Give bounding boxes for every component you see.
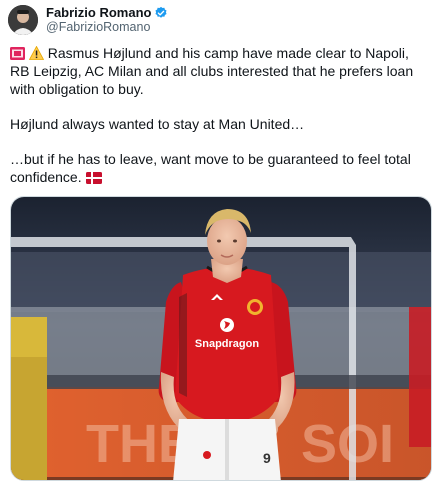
tweet-photo[interactable]: THE SOI Snapdragon 9 bbox=[10, 196, 432, 481]
tweet-paragraph-1: Rasmus Højlund and his camp have made cl… bbox=[10, 44, 425, 98]
tweet-paragraph-2: Højlund always wanted to stay at Man Uni… bbox=[10, 116, 305, 132]
svg-text:9: 9 bbox=[263, 450, 271, 466]
author-avatar[interactable] bbox=[8, 5, 38, 35]
tweet-paragraph-1-text: Rasmus Højlund and his camp have made cl… bbox=[10, 45, 414, 97]
author-display-name[interactable]: Fabrizio Romano bbox=[46, 5, 151, 20]
tweet-text: Rasmus Højlund and his camp have made cl… bbox=[10, 44, 425, 203]
warning-icon bbox=[28, 46, 44, 60]
tweet-paragraph-3-text: …but if he has to leave, want move to be… bbox=[10, 151, 411, 185]
player-photo-image: THE SOI Snapdragon 9 bbox=[11, 197, 431, 480]
tweet-paragraph-3: …but if he has to leave, want move to be… bbox=[10, 150, 425, 186]
red-flag-icon bbox=[10, 47, 25, 60]
verified-badge-icon bbox=[155, 6, 167, 18]
avatar-photo-icon bbox=[8, 5, 38, 35]
tweet-card: Fabrizio Romano @FabrizioRomano Rasmus H… bbox=[0, 0, 435, 483]
svg-text:SOI: SOI bbox=[301, 414, 394, 474]
author-handle[interactable]: @FabrizioRomano bbox=[46, 20, 168, 35]
author-names: Fabrizio Romano @FabrizioRomano bbox=[46, 5, 168, 35]
tweet-header: Fabrizio Romano @FabrizioRomano bbox=[8, 5, 168, 35]
shirt-sponsor-text: Snapdragon bbox=[195, 338, 259, 350]
denmark-flag-icon bbox=[85, 172, 102, 184]
